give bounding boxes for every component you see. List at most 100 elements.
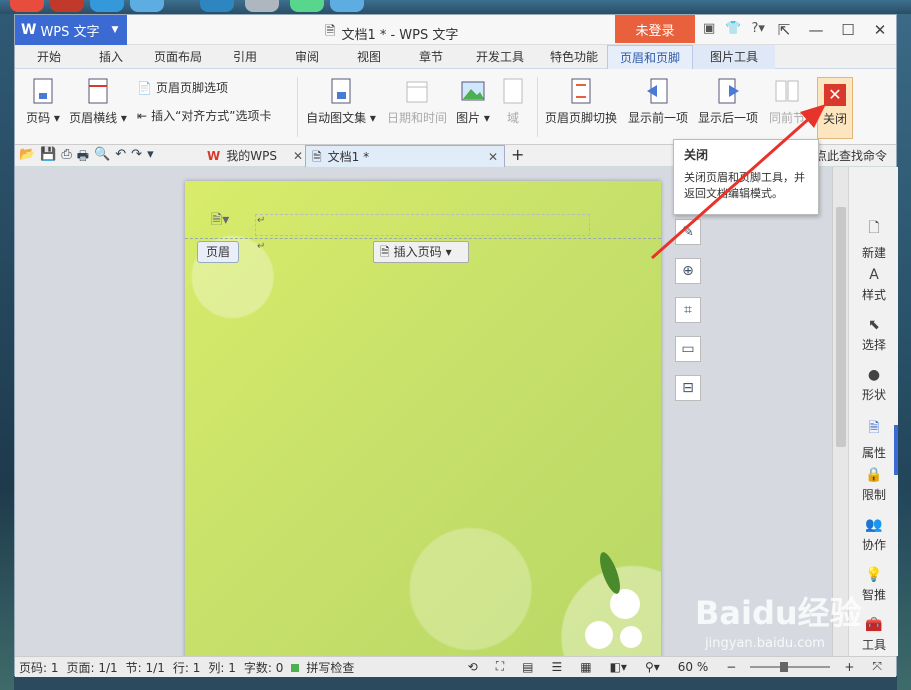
desktop-taskbar [0, 0, 911, 14]
status-col: 列: 1 [208, 660, 236, 675]
same-as-previous-icon [775, 80, 799, 102]
new-tab-icon[interactable]: + [511, 145, 524, 164]
status-chars: 字数: 0 [243, 660, 284, 675]
crop-icon[interactable]: ⌗ [675, 297, 701, 323]
help-icon[interactable]: ?▾ [751, 21, 764, 36]
tab-special-features[interactable]: 特色功能 [541, 45, 607, 69]
dock-app-icon[interactable] [90, 0, 124, 12]
tab-page-layout[interactable]: 页面布局 [145, 45, 211, 69]
wps-logo-icon: W [21, 22, 37, 38]
tab-developer[interactable]: 开发工具 [467, 45, 533, 69]
app-menu-button[interactable]: W WPS 文字 ▼ [15, 15, 127, 45]
reading-mode-icon[interactable]: ◧▾ [606, 660, 631, 674]
scrollbar-thumb[interactable] [836, 207, 846, 447]
close-window-icon[interactable]: ✕ [864, 15, 896, 45]
tooltip-body: 关闭页眉和页脚工具，并返回文档编辑模式。 [684, 171, 805, 200]
dock-app-icon[interactable] [290, 0, 324, 12]
spell-check-button[interactable]: 拼写检查 [287, 659, 362, 676]
doc-tab-my-wps[interactable]: W 我的WPS ✕ [201, 145, 309, 167]
field-button[interactable]: 域 [499, 77, 527, 126]
zoom-in-icon[interactable]: ⊕ [675, 258, 701, 284]
tab-insert[interactable]: 插入 [89, 45, 133, 69]
dock-app-icon[interactable] [10, 0, 44, 12]
print-icon[interactable]: 🖶 [77, 147, 89, 169]
panel-select[interactable]: ⬉ 选择 [849, 317, 899, 353]
tab-view[interactable]: 视图 [347, 45, 391, 69]
document-page[interactable]: 🗎▾ ↵ ↵ 页眉 🗎 插入页码 ▾ [185, 181, 661, 656]
desktop-background [0, 14, 14, 690]
dock-app-icon[interactable] [200, 0, 234, 12]
history-icon[interactable]: ⟲ [464, 660, 482, 674]
layout-icon[interactable]: ⊟ [675, 375, 701, 401]
shirt-icon[interactable]: 👕 [725, 21, 741, 36]
insert-page-number-button[interactable]: 🗎 插入页码 ▾ [373, 241, 469, 263]
edit-icon[interactable]: ✎ [675, 219, 701, 245]
tooltip-title: 关闭 [684, 148, 709, 162]
panel-collaborate[interactable]: 👥 协作 [849, 517, 899, 553]
fit-window-icon[interactable]: ⤧ [868, 659, 886, 674]
panel-properties[interactable]: 🗎 属性 [849, 417, 899, 461]
flower-decoration [585, 621, 613, 649]
dock-app-icon[interactable] [130, 0, 164, 12]
close-tooltip: 关闭 关闭页眉和页脚工具，并返回文档编辑模式。 [673, 139, 819, 215]
open-folder-icon[interactable]: 📂 [19, 147, 35, 169]
page-view-icon[interactable]: ▤ [518, 660, 537, 674]
header-text-area[interactable] [255, 214, 590, 236]
align-tab-icon: ⇤ [137, 108, 148, 123]
panel-shape[interactable]: ● 形状 [849, 367, 899, 403]
same-as-previous-button[interactable]: 同前节 [765, 77, 809, 126]
maximize-icon[interactable]: ☐ [832, 15, 864, 45]
panel-style[interactable]: A 样式 [849, 267, 899, 303]
dock-app-icon[interactable] [245, 0, 279, 12]
redo-icon[interactable]: ↷ [131, 147, 142, 169]
dock-app-icon[interactable] [50, 0, 84, 12]
document-icon: 🗎 [325, 24, 336, 39]
tab-references[interactable]: 引用 [223, 45, 267, 69]
skin-icon[interactable]: ▣ [703, 21, 715, 36]
picture-button[interactable]: 图片 ▾ [453, 77, 493, 126]
find-command-search[interactable]: 点此查找命令 [815, 145, 887, 167]
vertical-scrollbar[interactable] [832, 167, 848, 656]
header-line-button[interactable]: 页眉横线 ▾ [67, 77, 129, 126]
wps-window: W WPS 文字 ▼ 🗎 文档1 * - WPS 文字 未登录 ▣ 👕 ?▾ ⇱… [14, 14, 899, 677]
insert-align-tab-button[interactable]: ⇤ 插入“对齐方式”选项卡 [137, 107, 272, 124]
dock-app-icon[interactable] [330, 0, 364, 12]
header-footer-options-button[interactable]: 📄 页眉页脚选项 [137, 79, 228, 96]
restore-panel-icon[interactable]: ⇱ [768, 15, 800, 45]
page-number-button[interactable]: 页码 ▾ [23, 77, 63, 126]
fullscreen-icon[interactable]: ⛶ [492, 659, 508, 674]
close-tab-icon[interactable]: ✕ [488, 146, 498, 168]
close-header-footer-button[interactable]: ✕ 关闭 [817, 77, 853, 139]
tab-header-footer[interactable]: 页眉和页脚 [607, 45, 693, 69]
show-previous-button[interactable]: 显示前一项 [625, 77, 691, 126]
tab-section[interactable]: 章节 [409, 45, 453, 69]
panel-restrict[interactable]: 🔒 限制 [849, 467, 899, 503]
close-icon: ✕ [824, 84, 846, 106]
export-pdf-icon[interactable]: ⎙ [61, 147, 71, 169]
eye-protect-icon[interactable]: ⚲▾ [641, 660, 664, 674]
frame-icon[interactable]: ▭ [675, 336, 701, 362]
web-view-icon[interactable]: ▦ [576, 660, 595, 674]
print-preview-icon[interactable]: 🔍 [94, 147, 110, 169]
login-button[interactable]: 未登录 [615, 15, 695, 43]
spell-check-icon [291, 663, 300, 672]
tab-review[interactable]: 审阅 [285, 45, 329, 69]
zoom-slider[interactable] [750, 661, 831, 672]
style-icon: A [869, 267, 879, 283]
close-tab-icon[interactable]: ✕ [293, 145, 303, 167]
zoom-in-icon[interactable]: + [840, 660, 858, 674]
zoom-out-icon[interactable]: − [722, 660, 740, 674]
switch-header-footer-button[interactable]: 页眉页脚切换 [543, 77, 619, 126]
doc-tab-document1[interactable]: 🗎 文档1 * ✕ [305, 145, 505, 167]
show-next-button[interactable]: 显示后一项 [695, 77, 761, 126]
outline-view-icon[interactable]: ☰ [547, 660, 566, 674]
customize-quick-access-icon[interactable]: ▾ [147, 147, 154, 169]
tab-picture-tools[interactable]: 图片工具 [693, 45, 775, 69]
save-icon[interactable]: 💾 [40, 147, 56, 169]
minimize-icon[interactable]: — [800, 15, 832, 45]
panel-new[interactable]: 🗋 新建 [849, 217, 899, 261]
auto-text-button[interactable]: 自动图文集 ▾ [305, 77, 377, 126]
tab-home[interactable]: 开始 [27, 45, 71, 69]
date-time-button[interactable]: 日期和时间 [385, 77, 449, 126]
undo-icon[interactable]: ↶ [115, 147, 126, 169]
